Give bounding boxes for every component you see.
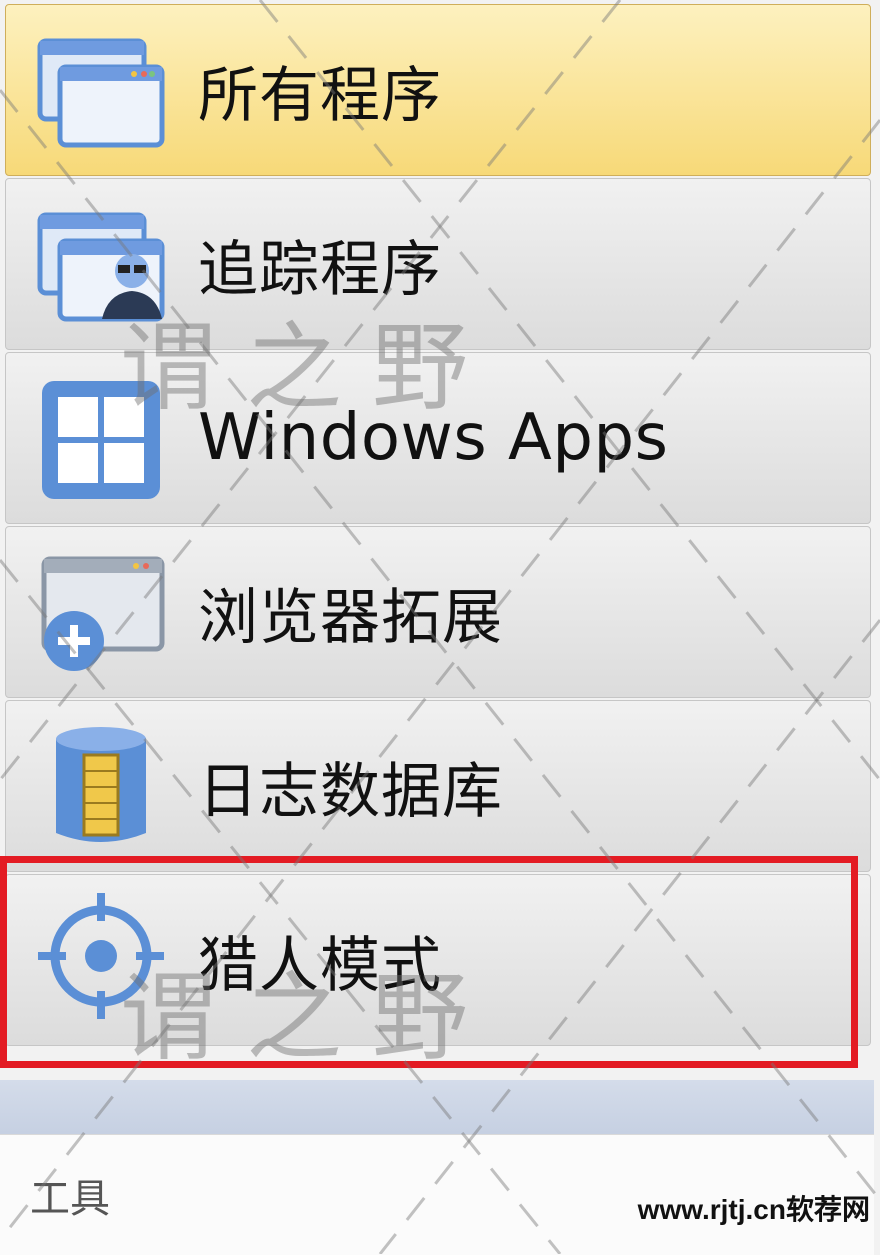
tools-section-label: 工具 xyxy=(30,1176,110,1222)
log-database-icon xyxy=(36,721,166,851)
browser-extension-icon xyxy=(36,549,166,679)
menu-item-label: 追踪程序 xyxy=(198,234,442,305)
trace-program-icon xyxy=(36,201,166,331)
windows-logo-icon xyxy=(36,375,166,505)
menu-item-windows-apps[interactable]: Windows Apps xyxy=(5,352,871,524)
all-programs-icon xyxy=(36,27,166,157)
menu-item-log-database[interactable]: 日志数据库 xyxy=(5,700,871,872)
menu-item-label: 浏览器拓展 xyxy=(198,582,503,653)
menu-item-label: Windows Apps xyxy=(198,401,669,475)
menu-item-label: 日志数据库 xyxy=(198,756,503,827)
menu-item-all-programs[interactable]: 所有程序 xyxy=(5,4,871,176)
side-menu: 所有程序 追踪程序 Windows Apps 浏览器拓展 日志数据库 猎人模式 … xyxy=(0,0,880,1255)
menu-item-browser-extension[interactable]: 浏览器拓展 xyxy=(5,526,871,698)
highlight-box xyxy=(0,856,858,1068)
menu-separator-band xyxy=(0,1080,874,1134)
menu-item-label: 所有程序 xyxy=(198,60,442,131)
site-watermark: www.rjtj.cn软荐网 xyxy=(637,1194,870,1225)
menu-item-trace-program[interactable]: 追踪程序 xyxy=(5,178,871,350)
